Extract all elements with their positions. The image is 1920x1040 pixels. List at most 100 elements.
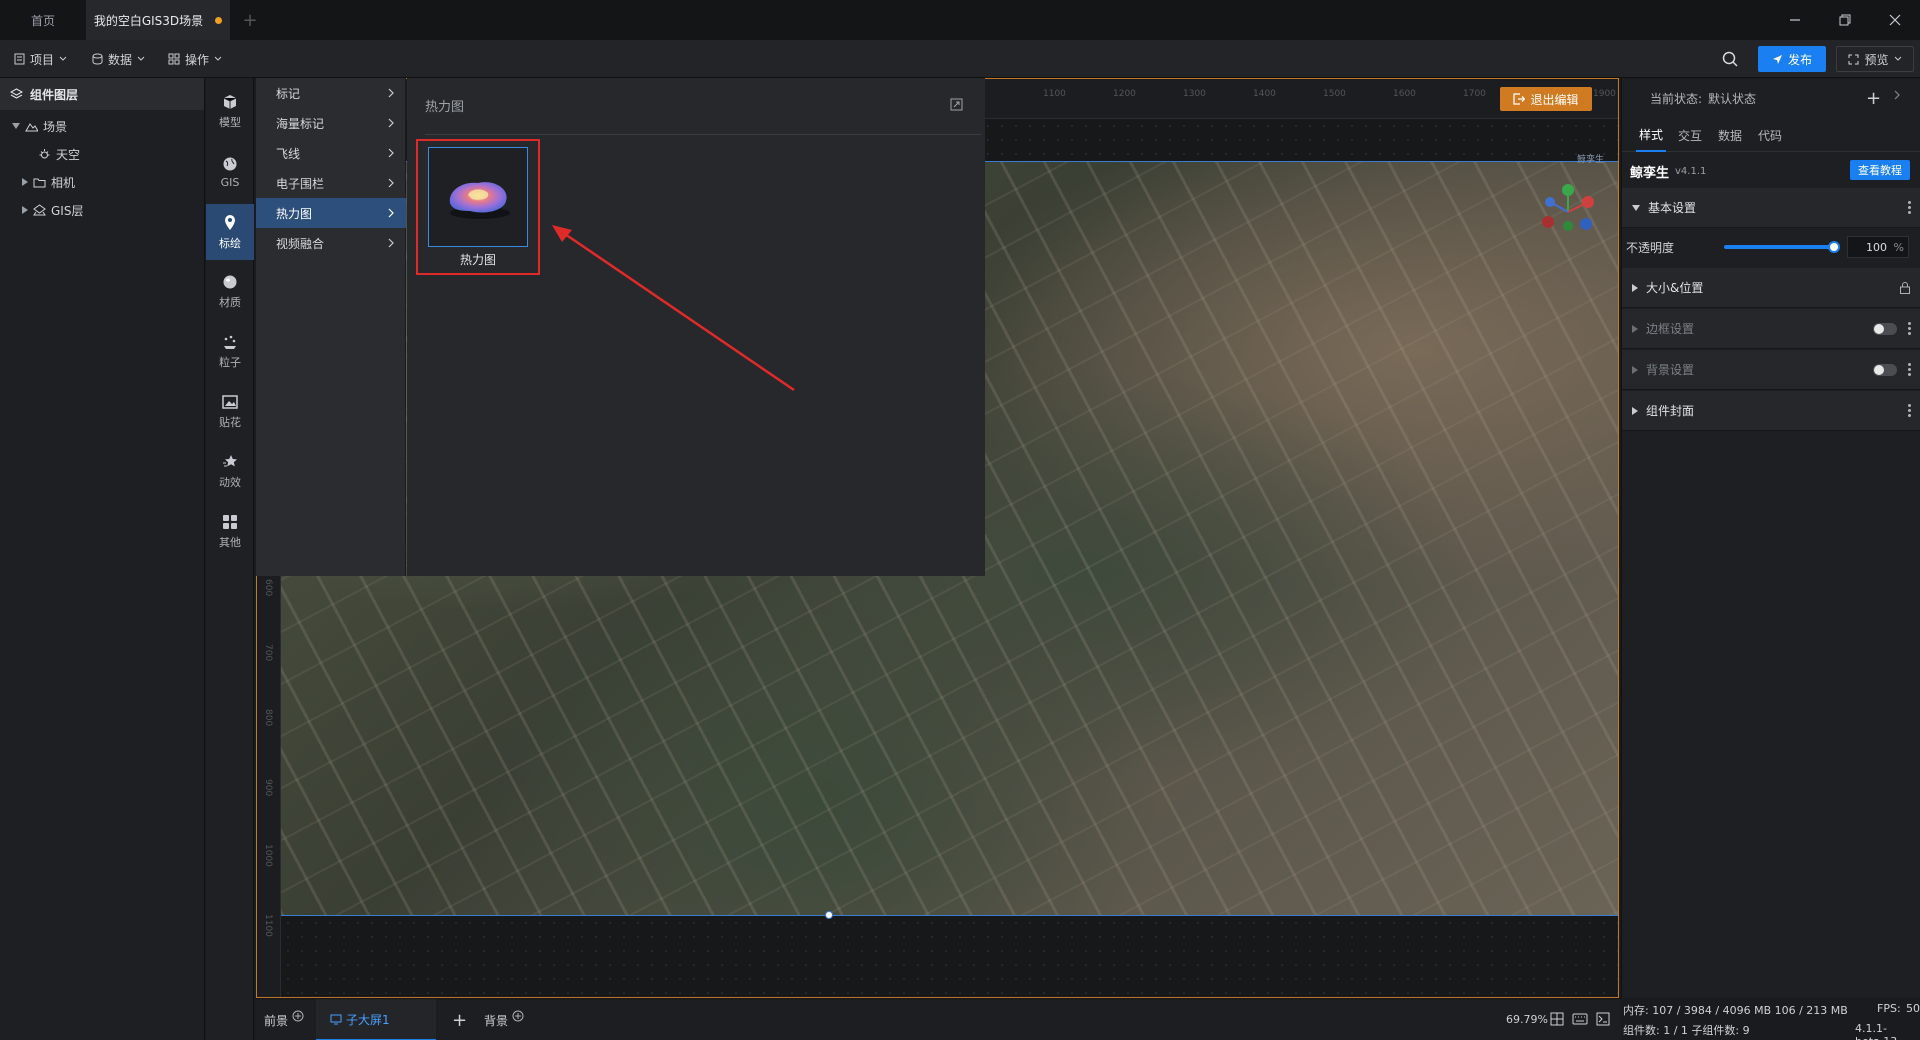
border-toggle[interactable] bbox=[1873, 322, 1897, 335]
rail-label: 贴花 bbox=[219, 416, 241, 429]
fit-screen-icon[interactable] bbox=[1550, 1012, 1564, 1026]
chevron-right-icon bbox=[1894, 90, 1900, 100]
tab-home[interactable]: 首页 bbox=[0, 0, 86, 40]
rail-item-gis[interactable]: GIS bbox=[206, 144, 254, 200]
rail-item-decal[interactable]: 贴花 bbox=[206, 384, 254, 440]
add-tab-button[interactable]: + bbox=[232, 0, 268, 40]
add-state-button[interactable]: + bbox=[1866, 88, 1881, 109]
data-menu[interactable]: 数据 bbox=[92, 40, 145, 78]
collapse-panel-button[interactable] bbox=[1894, 90, 1900, 100]
tree-item-scene[interactable]: 场景 bbox=[12, 114, 67, 138]
section-basic[interactable]: 基本设置 bbox=[1622, 188, 1920, 228]
terminal-icon[interactable] bbox=[1596, 1012, 1610, 1026]
section-background[interactable]: 背景设置 bbox=[1622, 350, 1920, 390]
menu-item-marker[interactable]: 标记 bbox=[256, 78, 406, 108]
chevron-right-icon bbox=[1632, 283, 1638, 292]
section-cover-label: 组件封面 bbox=[1646, 404, 1695, 418]
component-version: v4.1.1 bbox=[1675, 166, 1707, 177]
grid-icon bbox=[223, 515, 237, 529]
menu-item-video-fusion[interactable]: 视频融合 bbox=[256, 228, 406, 258]
rail-label: 其他 bbox=[219, 536, 241, 549]
preview-button[interactable]: 预览 bbox=[1836, 46, 1914, 72]
opacity-slider[interactable] bbox=[1724, 241, 1840, 253]
lock-icon[interactable] bbox=[1899, 281, 1911, 294]
preview-label: 预览 bbox=[1864, 52, 1889, 67]
heatmap-card[interactable]: 热力图 bbox=[416, 139, 540, 275]
publish-button[interactable]: 发布 bbox=[1758, 46, 1826, 72]
resize-handle[interactable] bbox=[825, 911, 833, 919]
rail-item-material[interactable]: 材质 bbox=[206, 264, 254, 320]
tab-data[interactable]: 数据 bbox=[1718, 118, 1742, 152]
opacity-input[interactable]: 100 % bbox=[1847, 236, 1909, 258]
menu-item-fence[interactable]: 电子围栏 bbox=[256, 168, 406, 198]
section-border[interactable]: 边框设置 bbox=[1622, 309, 1920, 349]
chevron-right-icon bbox=[1632, 324, 1638, 333]
ruler-tick: 1500 bbox=[1323, 89, 1346, 99]
chevron-right-icon bbox=[388, 178, 394, 188]
menu-item-label: 飞线 bbox=[276, 146, 301, 161]
section-cover[interactable]: 组件封面 bbox=[1622, 391, 1920, 431]
search-button[interactable] bbox=[1722, 51, 1738, 67]
minimize-button[interactable] bbox=[1770, 0, 1820, 40]
close-icon bbox=[1889, 14, 1901, 26]
add-circle-icon[interactable] bbox=[292, 1010, 304, 1022]
publish-label: 发布 bbox=[1787, 52, 1812, 67]
view-tutorial-button[interactable]: 查看教程 bbox=[1850, 160, 1910, 180]
opacity-slider-knob[interactable] bbox=[1828, 241, 1840, 253]
add-screen-button[interactable]: + bbox=[452, 999, 467, 1040]
tree-item-gis-layer[interactable]: GIS层 bbox=[22, 198, 83, 222]
submenu-title: 热力图 bbox=[425, 100, 465, 115]
project-menu[interactable]: 项目 bbox=[14, 40, 67, 78]
exit-edit-button[interactable]: 退出编辑 bbox=[1500, 87, 1592, 111]
more-icon[interactable] bbox=[1908, 363, 1911, 376]
background-tab[interactable]: 背景 bbox=[484, 999, 524, 1040]
background-toggle[interactable] bbox=[1873, 363, 1897, 376]
menu-item-mass-marker[interactable]: 海量标记 bbox=[256, 108, 406, 138]
star-icon bbox=[223, 455, 237, 467]
menu-item-label: 标记 bbox=[276, 86, 301, 101]
axis-gizmo-icon[interactable] bbox=[1536, 182, 1600, 242]
sub-screen-label: 子大屏1 bbox=[346, 1012, 390, 1027]
rail-label: 模型 bbox=[219, 116, 241, 129]
more-icon[interactable] bbox=[1908, 404, 1911, 417]
heatmap-card-label: 热力图 bbox=[459, 253, 496, 267]
status-bar: 内存: 107 / 3984 / 4096 MB 106 / 213 MB FP… bbox=[1621, 998, 1920, 1040]
section-size-position[interactable]: 大小&位置 bbox=[1622, 268, 1920, 308]
zoom-level[interactable]: 69.79% bbox=[1506, 1013, 1548, 1026]
folder-icon bbox=[33, 178, 46, 187]
add-circle-icon[interactable] bbox=[512, 1010, 524, 1022]
foreground-tab[interactable]: 前景 bbox=[264, 999, 304, 1040]
chevron-right-icon bbox=[22, 206, 28, 214]
more-icon[interactable] bbox=[1908, 201, 1911, 214]
tab-style[interactable]: 样式 bbox=[1636, 118, 1667, 152]
rail-item-particle[interactable]: 粒子 bbox=[206, 324, 254, 380]
menu-item-flyline[interactable]: 飞线 bbox=[256, 138, 406, 168]
chevron-right-icon bbox=[388, 88, 394, 98]
tab-code[interactable]: 代码 bbox=[1758, 118, 1782, 152]
globe-icon bbox=[223, 157, 237, 170]
document-icon bbox=[14, 53, 25, 65]
tree-item-sky[interactable]: 天空 bbox=[38, 142, 80, 166]
exit-icon bbox=[1513, 93, 1526, 105]
tab-interaction[interactable]: 交互 bbox=[1678, 118, 1702, 152]
rail-item-plot[interactable]: 标绘 bbox=[206, 204, 254, 260]
keyboard-icon[interactable] bbox=[1572, 1013, 1588, 1025]
expand-button[interactable] bbox=[950, 98, 963, 111]
tree-item-camera[interactable]: 相机 bbox=[22, 170, 75, 194]
more-icon[interactable] bbox=[1908, 322, 1911, 335]
layers-panel: 组件图层 场景 天空 相机 GIS层 bbox=[0, 78, 205, 1040]
state-label: 当前状态: bbox=[1650, 92, 1703, 106]
layers-title: 组件图层 bbox=[30, 87, 79, 102]
rail-item-model[interactable]: 模型 bbox=[206, 84, 254, 140]
tab-scene-label: 我的空白GIS3D场景 bbox=[93, 13, 204, 28]
operate-menu[interactable]: 操作 bbox=[168, 40, 222, 78]
restore-button[interactable] bbox=[1820, 0, 1870, 40]
rail-item-other[interactable]: 其他 bbox=[206, 504, 254, 560]
sub-screen-tab[interactable]: 子大屏1 bbox=[316, 999, 436, 1040]
rail-label: 材质 bbox=[219, 296, 241, 309]
rail-item-effect[interactable]: 动效 bbox=[206, 444, 254, 500]
menu-item-heatmap[interactable]: 热力图 bbox=[256, 198, 406, 228]
menu-item-label: 视频融合 bbox=[276, 236, 325, 251]
close-button[interactable] bbox=[1870, 0, 1920, 40]
tab-scene[interactable]: 我的空白GIS3D场景 bbox=[86, 0, 230, 40]
